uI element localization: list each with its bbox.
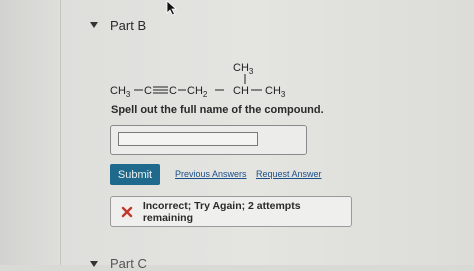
previous-answers-link[interactable]: Previous Answers <box>175 169 247 179</box>
request-answer-link[interactable]: Request Answer <box>256 169 322 179</box>
feedback-box: Incorrect; Try Again; 2 attempts remaini… <box>110 196 352 227</box>
collapse-caret-icon[interactable] <box>90 22 98 28</box>
structure-top-group: CH3 <box>233 62 254 76</box>
part-b-title: Part B <box>110 17 147 33</box>
structure-top-ch: CH3 <box>233 62 254 76</box>
feedback-message: Incorrect; Try Again; 2 attempts remaini… <box>142 199 301 224</box>
part-b-header[interactable]: Part B <box>90 16 146 34</box>
structure-c1: C <box>144 85 152 97</box>
question-prompt: Spell out the full name of the compound. <box>111 104 324 116</box>
structure-ch: CH <box>233 85 249 97</box>
part-c-title: Part C <box>110 256 147 271</box>
answer-container <box>110 125 307 155</box>
collapse-caret-icon[interactable] <box>90 260 98 267</box>
part-c-header[interactable]: Part C <box>90 256 147 271</box>
structure-left-ch3: CH3 <box>110 85 131 99</box>
structure-ch2: CH2 <box>187 85 208 99</box>
structure-right-ch3: CH3 <box>265 85 286 99</box>
structure-main-chain: CH3 <box>110 85 131 99</box>
structural-formula: CH3 CH3 C C CH2 CH CH3 <box>110 62 286 99</box>
submit-button[interactable]: Submit <box>110 164 160 185</box>
mouse-pointer-icon <box>166 0 178 16</box>
left-divider <box>60 0 61 265</box>
structure-c2: C <box>169 85 177 97</box>
x-icon <box>120 205 134 219</box>
answer-input[interactable] <box>118 132 258 146</box>
